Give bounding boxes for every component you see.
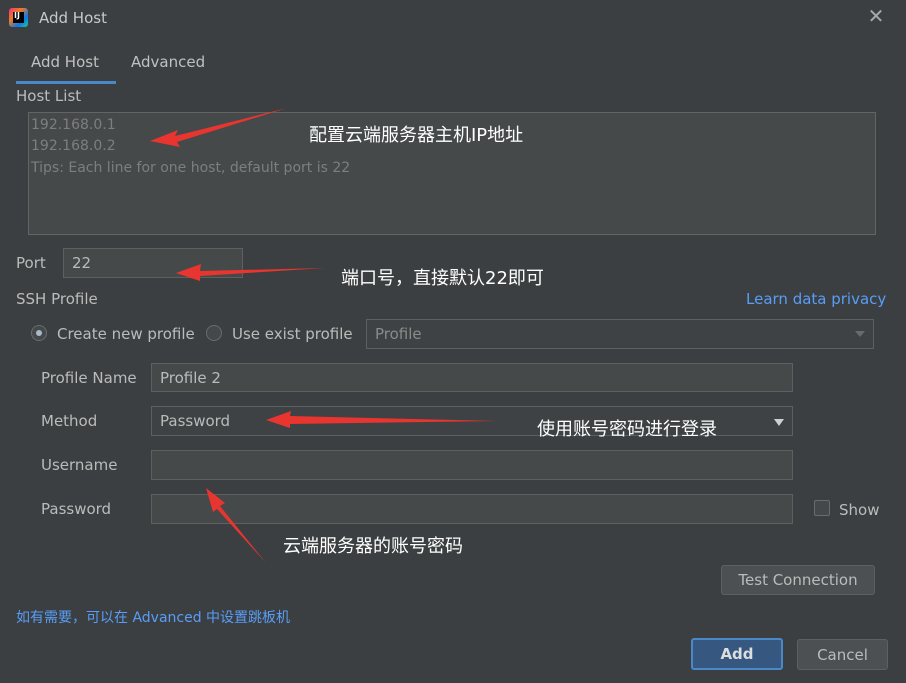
annotation-password: 云端服务器的账号密码: [283, 536, 463, 557]
app-icon-letter: IJ: [14, 11, 20, 20]
annotation-method: 使用账号密码进行登录: [537, 419, 717, 440]
arrow-method: [266, 411, 497, 428]
annotation-arrows: [150, 108, 497, 563]
annotation-port: 端口号，直接默认22即可: [341, 268, 544, 289]
arrow-port: [176, 264, 325, 281]
annotation-host: 配置云端服务器主机IP地址: [309, 125, 524, 146]
arrow-password: [206, 488, 266, 563]
arrow-host: [150, 108, 287, 147]
